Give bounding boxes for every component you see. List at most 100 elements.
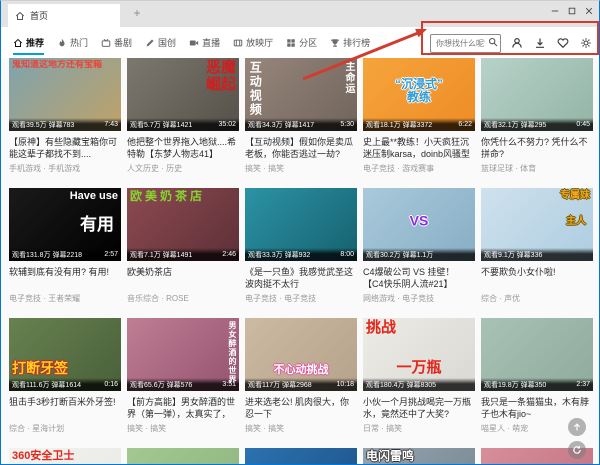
- thumbnail-text: 男女醉酒的世界: [227, 321, 236, 384]
- video-title[interactable]: 欧美奶茶店: [127, 266, 239, 290]
- nav-item-cinema[interactable]: 放映厅: [233, 27, 273, 58]
- video-card[interactable]: 360安全卫士: [9, 448, 121, 465]
- view-danmaku-count: 观看32.1万 弹幕295: [484, 120, 546, 130]
- search-icon[interactable]: [488, 37, 498, 47]
- duration: 5:30: [340, 121, 354, 128]
- video-thumbnail[interactable]: 电闪雷鸣: [363, 448, 475, 465]
- video-card[interactable]: 男女醉酒的世界 观看65.6万 弹幕576 3:51 【前方高能】男女醉酒的世界…: [127, 318, 239, 448]
- download-button[interactable]: [533, 35, 547, 51]
- video-card[interactable]: 观看32.1万 弹幕295 0:45 你凭什么不努力? 凭什么不拼命? 篮球足球…: [481, 58, 593, 188]
- video-category[interactable]: 电子竞技 · 电子竞技: [245, 293, 357, 304]
- minimize-button[interactable]: [548, 3, 562, 19]
- video-title[interactable]: 软辅到底有没有用? 有用!: [9, 266, 121, 290]
- video-thumbnail[interactable]: 专属妹 主人 观看9.1万 弹幕336: [481, 188, 593, 261]
- video-title[interactable]: 他把整个世界拖入地狱....希特勒【东梦人物志41】: [127, 136, 239, 160]
- video-title[interactable]: 进来选老公! 肌肉很大，你忍一下: [245, 396, 357, 420]
- video-card[interactable]: 观看33.3万 弹幕932 8:00 《是一只鱼》我感觉武圣这波肉挺不太行 电子…: [245, 188, 357, 318]
- video-title[interactable]: 狙击手3秒打断百米外牙签!: [9, 396, 121, 420]
- nav-item-category[interactable]: 分区: [286, 27, 317, 58]
- video-card[interactable]: Have use 有用 观看131.8万 弹幕2218 2:57 软辅到底有没有…: [9, 188, 121, 318]
- video-title[interactable]: 小伙一个月挑战喝完一万瓶水，竟然还中了大奖?: [363, 396, 475, 420]
- video-thumbnail[interactable]: 观看32.1万 弹幕295 0:45: [481, 58, 593, 131]
- video-card[interactable]: 互动视频 主命运 观看34.3万 弹幕1417 5:30 【互动视频】假如你是卖…: [245, 58, 357, 188]
- video-category[interactable]: 综合 · 声优: [481, 293, 593, 304]
- tab-home[interactable]: 首页: [8, 4, 120, 27]
- video-thumbnail[interactable]: Have use 有用 观看131.8万 弹幕2218 2:57: [9, 188, 121, 261]
- video-thumbnail[interactable]: 互动视频 主命运 观看34.3万 弹幕1417 5:30: [245, 58, 357, 131]
- nav-item-bangumi[interactable]: 番剧: [101, 27, 132, 58]
- video-thumbnail[interactable]: 男女醉酒的世界 观看65.6万 弹幕576 3:51: [127, 318, 239, 391]
- video-title[interactable]: 【互动视频】假如你是卖瓜老板，你能否逃过一劫?: [245, 136, 357, 160]
- new-tab-button[interactable]: +: [129, 5, 145, 21]
- video-thumbnail[interactable]: 恶魔 崛起 观看5.7万 弹幕1421 35:02: [127, 58, 239, 131]
- view-danmaku-count: 观看39.5万 弹幕783: [12, 120, 74, 130]
- video-title[interactable]: 【原神】有些隐藏宝箱你可能这辈子都找不到....: [9, 136, 121, 160]
- video-card[interactable]: 打断牙签 观看111.6万 弹幕1614 0:16 狙击手3秒打断百米外牙签! …: [9, 318, 121, 448]
- video-title[interactable]: 【前方高能】男女醉酒的世界（第一弹），太真实了，哈...: [127, 396, 239, 420]
- nav-item-label: 国创: [158, 36, 176, 49]
- close-button[interactable]: [582, 3, 596, 19]
- video-thumbnail[interactable]: [127, 448, 239, 465]
- duration: 7:43: [104, 121, 118, 128]
- video-thumbnail[interactable]: 打断牙签 观看111.6万 弹幕1614 0:16: [9, 318, 121, 391]
- video-card[interactable]: [127, 448, 239, 465]
- video-card[interactable]: 不心动挑战 观看117万 弹幕2968 10:18 进来选老公! 肌肉很大，你忍…: [245, 318, 357, 448]
- video-thumbnail[interactable]: [245, 448, 357, 465]
- nav-item-recommend[interactable]: 推荐: [13, 27, 44, 58]
- video-category[interactable]: 综合 · 星海计划: [9, 423, 121, 434]
- video-category[interactable]: 篮球足球 · 体育: [481, 163, 593, 174]
- video-card[interactable]: VS 观看30.2万 弹幕1.1万 C4爆破公司 VS 挂壁！【C4快乐阴人流#…: [363, 188, 475, 318]
- search-box: [430, 33, 501, 53]
- trophy-icon: [330, 38, 340, 48]
- video-thumbnail[interactable]: 观看33.3万 弹幕932 8:00: [245, 188, 357, 261]
- video-card[interactable]: [245, 448, 357, 465]
- video-card[interactable]: “沉浸式” 教练 观看18.1万 弹幕3372 6:22 史上最**教练！小天疯…: [363, 58, 475, 188]
- video-card[interactable]: 电闪雷鸣: [363, 448, 475, 465]
- video-category[interactable]: 搞笑 · 搞笑: [127, 423, 239, 434]
- nav-item-hot[interactable]: 热门: [57, 27, 88, 58]
- refresh-button[interactable]: [568, 441, 586, 459]
- video-title[interactable]: C4爆破公司 VS 挂壁！【C4快乐阴人流#21】: [363, 266, 475, 290]
- video-title[interactable]: 史上最**教练！小天疯狂沉迷压制karsa，doinb风骚型全图支援...: [363, 136, 475, 160]
- maximize-icon: [568, 7, 576, 15]
- video-category[interactable]: 电子竞技 · 游戏赛事: [363, 163, 475, 174]
- video-thumbnail[interactable]: VS 观看30.2万 弹幕1.1万: [363, 188, 475, 261]
- maximize-button[interactable]: [565, 3, 579, 19]
- nav-item-live[interactable]: 直播: [189, 27, 220, 58]
- video-card[interactable]: 鬼知道这地方还有宝箱 观看39.5万 弹幕783 7:43 【原神】有些隐藏宝箱…: [9, 58, 121, 188]
- video-card[interactable]: 恶魔 崛起 观看5.7万 弹幕1421 35:02 他把整个世界拖入地狱....…: [127, 58, 239, 188]
- video-card[interactable]: 挑战 一万瓶 观看180.4万 弹幕8305 小伙一个月挑战喝完一万瓶水，竟然还…: [363, 318, 475, 448]
- video-thumbnail[interactable]: 观看19.8万 弹幕350 2:37: [481, 318, 593, 391]
- video-category[interactable]: 人文历史 · 历史: [127, 163, 239, 174]
- video-thumbnail[interactable]: 360安全卫士: [9, 448, 121, 465]
- video-category[interactable]: 搞笑 · 搞笑: [245, 163, 357, 174]
- video-card[interactable]: 专属妹 主人 观看9.1万 弹幕336 不要欺负小女仆啦! 综合 · 声优: [481, 188, 593, 318]
- video-title[interactable]: 不要欺负小女仆啦!: [481, 266, 593, 290]
- video-grid: 鬼知道这地方还有宝箱 观看39.5万 弹幕783 7:43 【原神】有些隐藏宝箱…: [9, 58, 593, 465]
- user-button[interactable]: [510, 35, 524, 51]
- video-thumbnail[interactable]: 不心动挑战 观看117万 弹幕2968 10:18: [245, 318, 357, 391]
- video-thumbnail[interactable]: 欧美奶茶店 观看7.1万 弹幕1491 2:46: [127, 188, 239, 261]
- back-to-top-button[interactable]: [568, 418, 586, 436]
- nav-item-ranking[interactable]: 排行榜: [330, 27, 370, 58]
- video-title[interactable]: 《是一只鱼》我感觉武圣这波肉挺不太行: [245, 266, 357, 290]
- video-stats-bar: 观看5.7万 弹幕1421 35:02: [127, 118, 239, 131]
- video-thumbnail[interactable]: 挑战 一万瓶 观看180.4万 弹幕8305: [363, 318, 475, 391]
- settings-button[interactable]: [579, 35, 593, 51]
- video-stats-bar: 观看117万 弹幕2968 10:18: [245, 378, 357, 391]
- duration: 2:57: [104, 251, 118, 258]
- video-category[interactable]: 日常 · 搞笑: [363, 423, 475, 434]
- video-category[interactable]: 电子竞技 · 王者荣耀: [9, 293, 121, 304]
- favorites-button[interactable]: [556, 35, 570, 51]
- video-card[interactable]: 欧美奶茶店 观看7.1万 弹幕1491 2:46 欧美奶茶店 音乐综合 · RO…: [127, 188, 239, 318]
- video-title[interactable]: 我只是一条猫猫虫，木有脖子也木有jio~: [481, 396, 593, 420]
- video-category[interactable]: 搞笑 · 搞笑: [245, 423, 357, 434]
- video-thumbnail[interactable]: “沉浸式” 教练 观看18.1万 弹幕3372 6:22: [363, 58, 475, 131]
- video-category[interactable]: 手机游戏 · 手机游戏: [9, 163, 121, 174]
- thumbnail-subtext: 主人: [566, 216, 586, 227]
- video-category[interactable]: 音乐综合 · ROSE: [127, 293, 239, 304]
- video-title[interactable]: 你凭什么不努力? 凭什么不拼命?: [481, 136, 593, 160]
- video-category[interactable]: 网络游戏 · 电子竞技: [363, 293, 475, 304]
- nav-item-guochuang[interactable]: 国创: [145, 27, 176, 58]
- video-thumbnail[interactable]: 鬼知道这地方还有宝箱 观看39.5万 弹幕783 7:43: [9, 58, 121, 131]
